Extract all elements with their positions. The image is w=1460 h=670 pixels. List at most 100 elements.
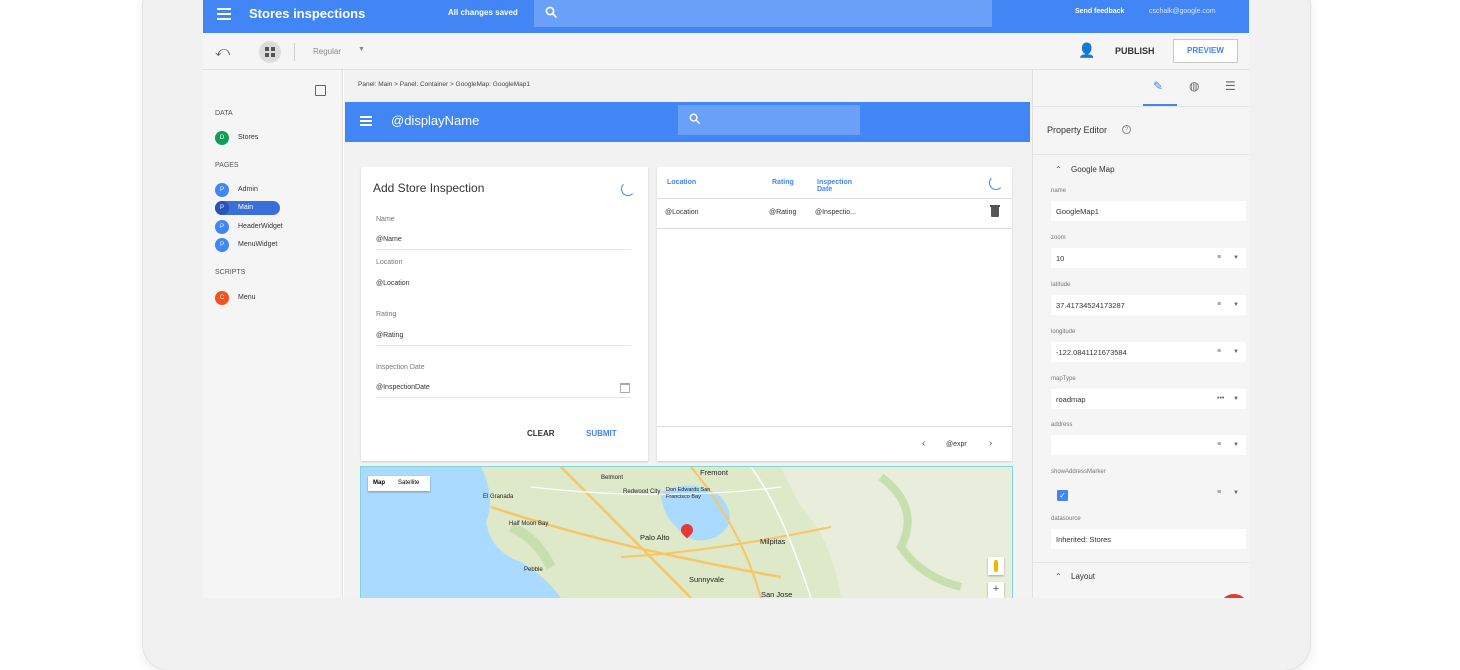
- map-label: Sunnyvale: [689, 575, 725, 584]
- device-mode-select[interactable]: Regular: [313, 47, 341, 56]
- dropdown-caret-icon[interactable]: ▼: [1233, 396, 1239, 402]
- map-label: Pebble: [524, 567, 543, 573]
- publish-button[interactable]: PUBLISH: [1115, 46, 1155, 56]
- inspections-table[interactable]: Location Rating Inspection Date @Locatio…: [657, 167, 1012, 461]
- binding-icon[interactable]: ≡: [1217, 489, 1221, 496]
- inspection-date-field[interactable]: @InspectionDate: [376, 384, 430, 391]
- pages-section-header: PAGES: [215, 162, 239, 169]
- property-value: roadmap: [1056, 395, 1086, 404]
- binding-icon[interactable]: ≡: [1217, 301, 1221, 308]
- map-label: Don Edwards San Francisco Bay: [666, 487, 711, 500]
- add-person-icon[interactable]: 👤: [1078, 42, 1095, 59]
- outline-panel: DATA D Stores PAGES P Admin P Main P Hea…: [203, 70, 343, 598]
- location-field[interactable]: @Location: [376, 280, 410, 287]
- name-property-field[interactable]: GoogleMap1: [1051, 201, 1246, 221]
- property-label: name: [1051, 188, 1067, 194]
- search-input[interactable]: [534, 0, 992, 27]
- preview-button[interactable]: PREVIEW: [1173, 39, 1238, 63]
- page-icon: P: [215, 201, 229, 215]
- property-value: Inherited: Stores: [1056, 535, 1112, 544]
- dropdown-caret-icon[interactable]: ▼: [1233, 255, 1239, 261]
- column-header-date[interactable]: Date: [817, 186, 832, 193]
- script-item-label: Menu: [238, 294, 256, 301]
- header-search-box[interactable]: [678, 105, 860, 135]
- dropdown-caret-icon[interactable]: ▼: [1233, 442, 1239, 448]
- collapse-group-icon[interactable]: ⌃: [1055, 165, 1062, 174]
- submit-button[interactable]: SUBMIT: [586, 429, 617, 438]
- more-options-icon[interactable]: •••: [1217, 395, 1224, 402]
- widgets-icon[interactable]: [259, 41, 281, 63]
- binding-icon[interactable]: ≡: [1217, 254, 1221, 261]
- send-feedback-link[interactable]: Send feedback: [1075, 8, 1124, 15]
- property-label: longitude: [1051, 329, 1076, 335]
- page-header-widget[interactable]: @displayName: [345, 102, 1030, 142]
- map-type-map[interactable]: Map: [373, 480, 385, 486]
- delete-icon[interactable]: [990, 205, 1000, 217]
- property-value: 10: [1056, 254, 1065, 263]
- rating-field[interactable]: @Rating: [376, 332, 403, 339]
- page-item-label: MenuWidget: [238, 241, 278, 248]
- binding-icon[interactable]: ≡: [1217, 441, 1221, 448]
- map-label: Palo Alto: [640, 533, 670, 542]
- help-icon[interactable]: ?: [1122, 125, 1131, 134]
- edit-properties-icon[interactable]: ✎: [1153, 79, 1163, 93]
- pager-label: @expr: [946, 441, 967, 448]
- name-field[interactable]: @Name: [376, 236, 402, 243]
- field-underline: [376, 397, 631, 398]
- datasource-icon: D: [215, 131, 229, 145]
- calendar-icon[interactable]: [620, 383, 630, 393]
- collapse-panel-icon[interactable]: [315, 85, 326, 96]
- google-map-widget[interactable]: Map Satellite Fremont Palo Alto Milpitas…: [360, 466, 1013, 598]
- map-label: Belmont: [601, 475, 624, 481]
- map-label: San Jose: [761, 590, 793, 598]
- map-type-control[interactable]: Map Satellite: [368, 476, 430, 491]
- menu-icon[interactable]: [217, 8, 231, 20]
- rating-label: Rating: [376, 311, 397, 318]
- form-title: Add Store Inspection: [373, 181, 485, 195]
- page-icon: P: [215, 238, 229, 252]
- data-item-label: Stores: [238, 134, 259, 141]
- refresh-icon[interactable]: [621, 182, 635, 196]
- clear-button[interactable]: CLEAR: [527, 429, 555, 438]
- top-app-bar: Stores inspections All changes saved Sen…: [203, 0, 1249, 33]
- chevron-right-icon[interactable]: ›: [989, 438, 992, 449]
- map-type-satellite[interactable]: Satellite: [398, 480, 419, 486]
- zoom-in-icon[interactable]: +: [988, 582, 1004, 598]
- data-section-header: DATA: [215, 110, 233, 117]
- property-editor-title: Property Editor: [1047, 125, 1108, 135]
- undo-icon[interactable]: ⤺: [215, 43, 230, 60]
- datasource-property-field[interactable]: Inherited: Stores: [1051, 529, 1246, 549]
- property-label: datasource: [1051, 516, 1081, 522]
- column-header-rating[interactable]: Rating: [772, 179, 794, 186]
- divider: [1033, 154, 1249, 155]
- column-header-location[interactable]: Location: [667, 179, 696, 186]
- location-label: Location: [376, 259, 403, 266]
- property-panel: ✎ ◍ ☰ Property Editor ? ⌃ Google Map nam…: [1032, 70, 1249, 598]
- layout-group-title[interactable]: Layout: [1071, 572, 1095, 581]
- dropdown-caret-icon[interactable]: ▼: [1233, 302, 1239, 308]
- list-icon[interactable]: ☰: [1225, 79, 1236, 93]
- show-address-marker-checkbox[interactable]: ✓: [1057, 490, 1068, 501]
- street-view-icon[interactable]: [988, 557, 1004, 575]
- dropdown-caret-icon[interactable]: ▼: [1233, 490, 1239, 496]
- page-item-label: Admin: [238, 186, 258, 193]
- map-label: Redwood City: [623, 489, 661, 495]
- binding-icon[interactable]: ≡: [1217, 348, 1221, 355]
- menu-icon[interactable]: [360, 116, 372, 126]
- dropdown-caret-icon[interactable]: ▼: [1233, 349, 1239, 355]
- floating-action-button[interactable]: [1219, 594, 1249, 598]
- map-label: El Granada: [483, 494, 514, 500]
- map-label: Fremont: [700, 468, 728, 477]
- group-title[interactable]: Google Map: [1071, 165, 1115, 174]
- breadcrumb[interactable]: Panel: Main > Panel: Container > GoogleM…: [358, 81, 530, 88]
- dropdown-caret-icon[interactable]: ▼: [358, 46, 365, 53]
- column-header-inspection[interactable]: Inspection: [817, 179, 852, 186]
- collapse-group-icon[interactable]: ⌃: [1055, 572, 1062, 581]
- chevron-left-icon[interactable]: ‹: [922, 438, 925, 449]
- palette-icon[interactable]: ◍: [1189, 79, 1199, 93]
- user-email[interactable]: cschalk@google.com: [1149, 8, 1216, 15]
- add-inspection-form[interactable]: Add Store Inspection Name @Name Location…: [361, 167, 648, 461]
- app-screen: Stores inspections All changes saved Sen…: [203, 0, 1249, 598]
- refresh-icon[interactable]: [989, 176, 1003, 190]
- toolbar-divider: [294, 43, 295, 61]
